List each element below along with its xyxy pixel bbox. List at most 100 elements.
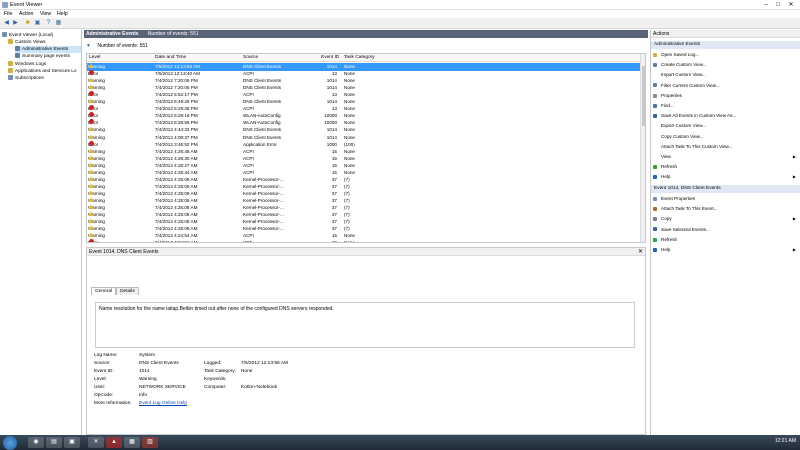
menu-action[interactable]: Action — [19, 11, 33, 17]
save-icon — [653, 227, 657, 232]
submenu-arrow-icon: ▶ — [792, 216, 796, 222]
navigation-tree: Event Viewer (Local) Custom Views Admini… — [0, 30, 82, 435]
column-level[interactable]: Level — [89, 55, 100, 60]
action-find[interactable]: Find... — [653, 102, 799, 110]
tree-item-applications-services[interactable]: Applications and Services Lo — [8, 68, 77, 75]
action-open-saved-log[interactable]: Open Saved Log... — [653, 51, 799, 59]
action-attach-task-to-this-event[interactable]: Attach Task To This Event... — [653, 205, 799, 213]
forward-arrow-icon[interactable]: ▶ — [12, 20, 19, 27]
action-view[interactable]: View ▶ — [653, 153, 799, 161]
column-task-category[interactable]: Task Category — [344, 55, 375, 60]
actions-section-administrative-events[interactable]: Administrative Events — [651, 41, 800, 49]
folder-icon[interactable]: ■ — [24, 20, 31, 27]
tree-item-custom-views[interactable]: Custom Views — [8, 39, 46, 46]
action-help[interactable]: Help ▶ — [653, 246, 799, 254]
tab-details[interactable]: Details — [116, 287, 139, 295]
event-count: Number of events: 551 — [97, 43, 148, 49]
taskbar-app-icon[interactable]: ◉ — [28, 437, 44, 448]
action-label: Open Saved Log... — [661, 52, 700, 57]
action-create-custom-view[interactable]: Create Custom View... — [653, 61, 799, 69]
column-event-id[interactable]: Event ID — [321, 55, 339, 60]
taskbar-app-icon[interactable]: ✕ — [88, 437, 104, 448]
actions-pane: Actions Administrative Events Open Saved… — [650, 30, 800, 435]
title-bar: Event Viewer – □ ✕ — [0, 0, 800, 10]
blank-icon — [653, 145, 657, 149]
action-label: Save All Events in Custom View As... — [661, 113, 737, 119]
field-value: System — [139, 353, 155, 358]
field-value: 1014 — [139, 369, 150, 374]
blank-icon — [653, 73, 657, 77]
warning-icon — [89, 196, 93, 202]
field-label: Event ID: — [94, 369, 114, 374]
action-copy-custom-view[interactable]: Copy Custom View... — [653, 133, 799, 141]
close-button[interactable]: ✕ — [785, 1, 797, 9]
taskbar-app-icon[interactable]: ▦ — [124, 437, 140, 448]
menu-bar: File Action View Help — [0, 10, 800, 18]
action-label: Import Custom View... — [661, 72, 706, 78]
action-label: Properties — [661, 92, 682, 98]
warning-icon — [89, 189, 93, 195]
column-source[interactable]: Source — [243, 55, 258, 60]
tree-item-summary-page-events[interactable]: Summary page events — [15, 53, 70, 60]
taskbar-app-icon[interactable]: ▣ — [64, 437, 80, 448]
action-export-custom-view[interactable]: Export Custom View... — [653, 122, 799, 130]
folder-icon — [8, 68, 13, 74]
filter-icon — [15, 53, 20, 59]
taskbar-app-icon[interactable]: ▥ — [142, 437, 158, 448]
maximize-button[interactable]: □ — [772, 1, 784, 9]
menu-file[interactable]: File — [4, 11, 12, 17]
warning-icon — [89, 182, 93, 188]
action-attach-task-to-this-custom-view[interactable]: Attach Task To This Custom View... — [653, 143, 799, 151]
tree-item-event-viewer[interactable]: Event Viewer (Local) — [2, 32, 53, 39]
show-hide-action-pane-icon[interactable]: ▦ — [55, 20, 62, 27]
level-cell: Error — [88, 239, 98, 242]
show-hide-tree-icon[interactable]: ▣ — [34, 20, 41, 27]
event-viewer-icon — [2, 32, 7, 38]
action-filter-current-custom-view[interactable]: Filter Current Custom View... — [653, 82, 799, 90]
filter-bar: ▼ Number of events: 551 — [86, 42, 646, 51]
scrollbar-thumb[interactable] — [642, 66, 645, 126]
blank-icon — [653, 134, 657, 138]
field-label: Log Name: — [94, 353, 118, 358]
action-copy[interactable]: Copy ▶ — [653, 215, 799, 223]
taskbar-app-icon[interactable]: ▲ — [106, 437, 122, 448]
tab-general[interactable]: General — [91, 287, 117, 295]
action-label: Event Properties — [661, 196, 695, 201]
folder-icon — [8, 39, 13, 45]
minimize-button[interactable]: – — [760, 1, 772, 9]
taskbar-app-icon[interactable]: ▤ — [46, 437, 62, 448]
table-row[interactable]: Error 7/4/2012 4:24:01 AM WMI 10 None — [87, 239, 642, 242]
start-button[interactable] — [3, 436, 17, 450]
menu-help[interactable]: Help — [57, 11, 68, 17]
detail-tabs: General Details — [91, 287, 139, 295]
tree-item-subscriptions[interactable]: Subscriptions — [8, 75, 44, 82]
field-label: OpCode: — [94, 393, 114, 398]
menu-view[interactable]: View — [40, 11, 51, 17]
warning-icon — [89, 204, 93, 209]
column-date-time[interactable]: Date and Time — [155, 55, 186, 60]
warning-icon — [89, 218, 93, 224]
action-refresh[interactable]: Refresh — [653, 163, 799, 171]
action-event-properties[interactable]: Event Properties — [653, 195, 799, 203]
taskbar: ◉ ▤ ▣ ✕ ▲ ▦ ▥ 12:21 AM — [0, 435, 800, 450]
action-save-selected-events[interactable]: Save Selected Events... — [653, 226, 799, 234]
help-icon[interactable]: ? — [45, 20, 52, 27]
event-log-online-help-link[interactable]: Event Log Online Help — [139, 401, 187, 406]
tree-item-windows-logs[interactable]: Windows Logs — [8, 61, 46, 68]
action-help[interactable]: Help ▶ — [653, 173, 799, 181]
back-arrow-icon[interactable]: ◀ — [3, 20, 10, 27]
actions-section-event[interactable]: Event 1014, DNS Client Events — [651, 185, 800, 193]
action-label: Refresh — [661, 236, 678, 242]
action-import-custom-view[interactable]: Import Custom View... — [653, 71, 799, 79]
warning-icon — [89, 211, 93, 217]
action-save-all-events-in-custom-view-as[interactable]: Save All Events in Custom View As... — [653, 112, 799, 120]
filter-icon — [15, 46, 20, 52]
clock[interactable]: 12:21 AM — [775, 438, 796, 444]
filter-icon: ▼ — [86, 43, 91, 49]
table-scrollbar[interactable] — [640, 54, 645, 242]
tree-item-administrative-events[interactable]: Administrative Events — [15, 46, 81, 53]
action-refresh[interactable]: Refresh — [653, 236, 799, 244]
warning-icon — [89, 63, 93, 68]
close-icon[interactable]: ✕ — [638, 248, 643, 256]
action-properties[interactable]: Properties — [653, 92, 799, 100]
